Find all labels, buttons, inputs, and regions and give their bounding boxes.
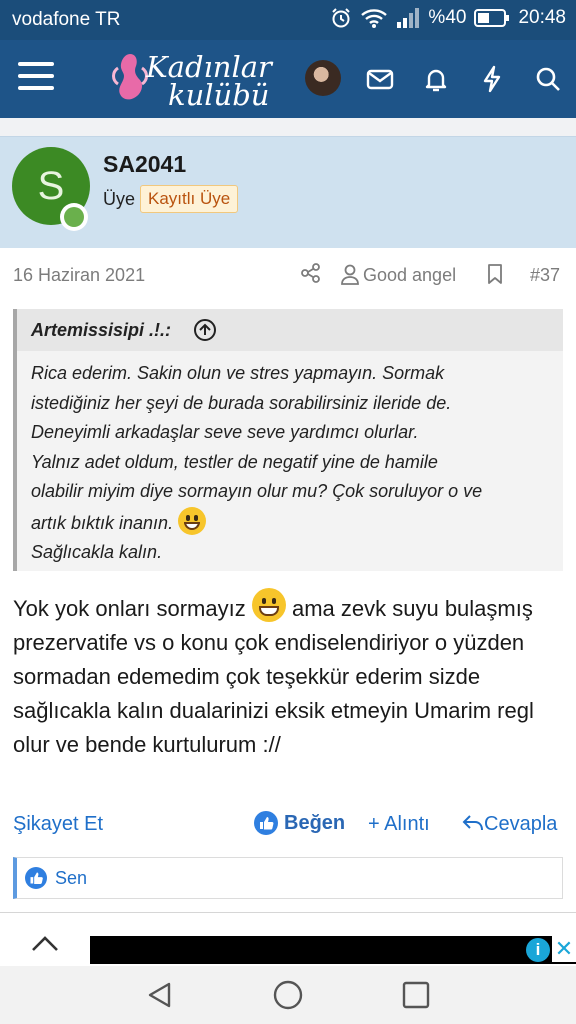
reactions-users[interactable]: Sen xyxy=(55,868,87,889)
like-button[interactable]: Beğen xyxy=(254,811,345,835)
user-avatar-button[interactable] xyxy=(305,60,341,96)
recent-apps-icon[interactable] xyxy=(402,981,430,1009)
quote-text: Rica ederim. Sakin olun ve stres yapmayı… xyxy=(31,359,551,568)
quote-line: istediğiniz her şeyi de burada sorabilir… xyxy=(31,392,452,413)
person-icon xyxy=(341,264,359,285)
grinning-emoji-icon xyxy=(178,506,207,535)
menu-icon xyxy=(18,62,54,66)
signal-icon xyxy=(397,8,420,28)
logo-text-line2: kulübü xyxy=(168,78,270,112)
like-label: Beğen xyxy=(284,811,346,834)
post-text-part1: Yok yok onları sormayız xyxy=(13,596,246,621)
lightning-icon[interactable] xyxy=(477,64,507,94)
post-meta-row: 16 Haziran 2021 Good angel #37 xyxy=(0,248,576,300)
post-actions: Şikayet Et Beğen + Alıntı Cevapla xyxy=(0,806,576,842)
status-icons: %40 20:48 xyxy=(330,7,566,29)
quote-line: artık bıktık inanın. xyxy=(31,512,174,533)
post-user-panel: S SA2041 Üye Kayıtlı Üye xyxy=(0,136,576,248)
site-logo[interactable]: Kadınlar kulübü xyxy=(110,46,280,112)
quote-line: Deneyimli arkadaşlar seve seve yardımcı … xyxy=(31,422,419,442)
battery-icon xyxy=(474,9,510,27)
reply-arrow-icon xyxy=(462,815,483,831)
quote-line: Sağlıcakla kalın. xyxy=(31,542,163,562)
messages-icon[interactable] xyxy=(365,64,395,94)
post-number[interactable]: #37 xyxy=(530,265,560,286)
alarm-icon xyxy=(332,8,351,28)
system-navigation-bar xyxy=(0,966,576,1024)
separator xyxy=(0,118,576,136)
grinning-emoji-icon xyxy=(251,588,286,622)
post-message: Yok yok onları sormayız ama zevk suyu bu… xyxy=(13,588,565,762)
carrier-name: vodafone TR xyxy=(12,9,121,30)
reply-button[interactable]: Cevapla xyxy=(462,813,557,836)
logo-figure-icon xyxy=(112,54,148,100)
status-bar: vodafone TR %40 20:48 xyxy=(0,0,576,40)
notifications-bell-icon[interactable] xyxy=(421,64,451,94)
post-date[interactable]: 16 Haziran 2021 xyxy=(13,265,145,286)
bookmark-icon[interactable] xyxy=(486,263,504,285)
post-author-name[interactable]: SA2041 xyxy=(103,151,186,178)
quote-header: Artemissisipi .!.: xyxy=(17,309,563,351)
quote-line: Rica ederim. Sakin olun ve stres yapmayı… xyxy=(31,363,445,383)
quote-line: olabilir miyim diye sormayın olur mu? Ço… xyxy=(31,481,483,501)
ad-info-icon[interactable]: i xyxy=(526,938,550,962)
battery-percent: %40 xyxy=(428,7,467,28)
reactions-summary[interactable]: Sen xyxy=(13,857,563,899)
clock: 20:48 xyxy=(518,7,566,28)
like-reaction-icon xyxy=(25,867,47,889)
online-status-icon xyxy=(60,203,88,231)
quote-block: Artemissisipi .!.: Rica ederim. Sakin ol… xyxy=(13,309,563,571)
quote-button[interactable]: + Alıntı xyxy=(368,813,430,836)
reacted-user-name[interactable]: Good angel xyxy=(363,265,456,286)
quote-author[interactable]: Artemissisipi .!.: xyxy=(31,320,171,341)
user-title-badge: Kayıtlı Üye xyxy=(140,185,239,213)
reply-label: Cevapla xyxy=(484,813,558,835)
post-author-role: Üye xyxy=(103,189,136,209)
home-icon[interactable] xyxy=(272,979,304,1011)
ad-banner[interactable] xyxy=(90,936,576,964)
scroll-to-top-button[interactable] xyxy=(0,918,90,968)
search-icon[interactable] xyxy=(533,64,563,94)
quote-line: Yalnız adet oldum, testler de negatif yi… xyxy=(31,451,438,472)
app-header: Kadınlar kulübü xyxy=(0,40,576,118)
thumbs-up-icon xyxy=(254,811,278,835)
report-button[interactable]: Şikayet Et xyxy=(13,813,103,836)
divider xyxy=(0,912,576,913)
share-icon[interactable] xyxy=(300,262,322,284)
back-icon[interactable] xyxy=(145,980,175,1010)
quote-line-with-emoji: artık bıktık inanın. xyxy=(31,506,551,539)
ad-close-icon[interactable]: ✕ xyxy=(552,936,576,962)
wifi-icon xyxy=(361,9,388,28)
chevron-up-icon xyxy=(32,936,58,951)
go-to-quote-icon[interactable] xyxy=(193,318,217,342)
menu-button[interactable] xyxy=(18,62,54,94)
